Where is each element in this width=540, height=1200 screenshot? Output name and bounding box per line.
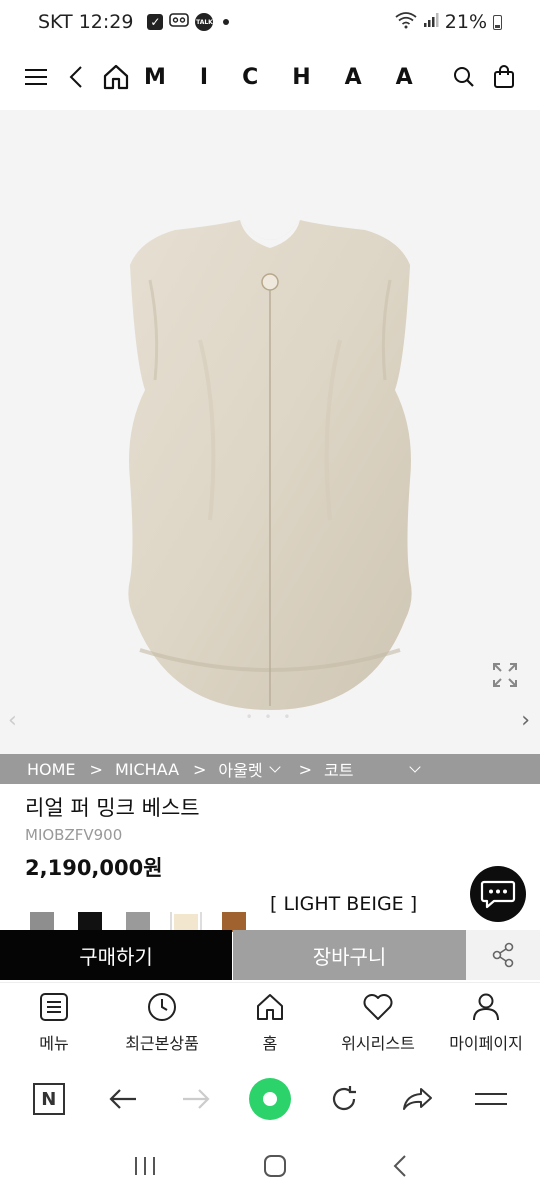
reload-button[interactable] xyxy=(319,1074,369,1124)
heart-icon xyxy=(363,993,393,1020)
color-swatches xyxy=(30,912,270,932)
chevron-down-icon[interactable] xyxy=(268,761,281,773)
chat-bubble-icon xyxy=(480,880,516,909)
voicemail-icon xyxy=(169,11,190,33)
green-dot-button[interactable] xyxy=(245,1074,295,1124)
arrow-right-icon xyxy=(183,1089,210,1109)
recent-apps-icon[interactable] xyxy=(133,1155,157,1181)
nav-home[interactable]: 홈 xyxy=(216,983,324,1062)
naver-n-icon: N xyxy=(32,1083,65,1115)
chevron-down-icon[interactable] xyxy=(409,761,422,773)
color-swatch[interactable] xyxy=(30,912,54,932)
product-photo xyxy=(128,220,412,710)
share-page-button[interactable] xyxy=(392,1074,442,1124)
carousel-pager: • • • xyxy=(245,710,295,724)
breadcrumb-brand[interactable]: MICHAA xyxy=(115,760,179,779)
forward-share-icon xyxy=(403,1088,433,1110)
home-icon xyxy=(257,993,283,1020)
site-header: MICHAA xyxy=(0,50,540,104)
status-bar: SKT 12:29 ✓ TALK 21% xyxy=(0,0,540,44)
clock-icon xyxy=(148,992,176,1021)
buy-button[interactable]: 구매하기 xyxy=(0,930,232,980)
more-notifications-icon xyxy=(223,19,230,25)
nav-label: 최근본상품 xyxy=(125,1033,199,1053)
product-image-carousel[interactable]: ‹ • • • › xyxy=(0,110,540,754)
nav-menu[interactable]: 메뉴 xyxy=(0,983,108,1062)
product-price: 2,190,000원 xyxy=(25,856,163,880)
wifi-icon xyxy=(395,11,417,34)
nav-label: 홈 xyxy=(262,1033,278,1053)
signal-icon xyxy=(423,11,439,33)
arrow-left-icon xyxy=(108,1089,136,1109)
battery-percent: 21% xyxy=(444,11,487,33)
selected-color-label: [ LIGHT BEIGE ] xyxy=(270,893,418,915)
browser-menu-button[interactable] xyxy=(466,1074,516,1124)
color-swatch[interactable] xyxy=(222,912,246,932)
bottom-navigation: 메뉴 최근본상품 홈 위시리스트 마이페이지 xyxy=(0,982,540,1062)
menu-icon[interactable] xyxy=(22,63,50,91)
breadcrumb-home[interactable]: HOME xyxy=(27,760,76,779)
naver-home-button[interactable]: N xyxy=(24,1074,74,1124)
system-back-icon[interactable] xyxy=(393,1154,407,1182)
checkbox-notification-icon: ✓ xyxy=(147,14,164,30)
reload-icon xyxy=(332,1086,356,1111)
add-to-cart-button[interactable]: 장바구니 xyxy=(233,930,466,980)
color-swatch[interactable] xyxy=(126,912,150,932)
expand-icon[interactable] xyxy=(492,662,518,692)
product-code: MIOBZFV900 xyxy=(25,826,123,844)
brand-logo[interactable]: MICHAA xyxy=(144,65,447,90)
carousel-next-icon[interactable]: › xyxy=(521,708,530,733)
color-swatch[interactable] xyxy=(78,912,102,932)
search-icon[interactable] xyxy=(450,63,478,91)
nav-wishlist[interactable]: 위시리스트 xyxy=(324,983,432,1062)
browser-forward-button[interactable] xyxy=(171,1074,221,1124)
nav-label: 메뉴 xyxy=(39,1033,69,1053)
battery-icon xyxy=(493,14,502,30)
user-icon xyxy=(473,993,499,1020)
menu-list-icon xyxy=(40,992,68,1021)
breadcrumb-category[interactable]: 아울렛 xyxy=(218,757,262,781)
purchase-bar: 구매하기 장바구니 xyxy=(0,930,540,980)
breadcrumb: HOME > MICHAA > 아울렛 > 코트 xyxy=(0,754,540,784)
system-navigation xyxy=(0,1140,540,1196)
breadcrumb-separator: > xyxy=(193,759,207,779)
breadcrumb-subcategory[interactable]: 코트 xyxy=(324,757,353,781)
home-icon[interactable] xyxy=(102,63,130,91)
nav-label: 마이페이지 xyxy=(449,1033,523,1053)
chat-button[interactable] xyxy=(470,866,526,922)
shopping-bag-icon[interactable] xyxy=(490,63,518,91)
browser-toolbar: N xyxy=(0,1064,540,1134)
nav-mypage[interactable]: 마이페이지 xyxy=(432,983,540,1062)
nav-recently-viewed[interactable]: 최근본상품 xyxy=(108,983,216,1062)
green-dot-icon xyxy=(248,1078,291,1120)
hamburger-icon xyxy=(475,1093,508,1105)
back-icon[interactable] xyxy=(62,63,90,91)
browser-back-button[interactable] xyxy=(98,1074,148,1124)
nav-label: 위시리스트 xyxy=(341,1033,415,1053)
share-button[interactable] xyxy=(466,930,540,980)
share-icon xyxy=(492,942,514,968)
carrier-time: SKT 12:29 xyxy=(38,11,134,33)
home-square-icon[interactable] xyxy=(263,1154,287,1182)
breadcrumb-separator: > xyxy=(89,759,103,779)
product-title: 리얼 퍼 밍크 베스트 xyxy=(25,796,200,820)
kakaotalk-icon: TALK xyxy=(195,13,214,31)
breadcrumb-separator: > xyxy=(298,759,312,779)
